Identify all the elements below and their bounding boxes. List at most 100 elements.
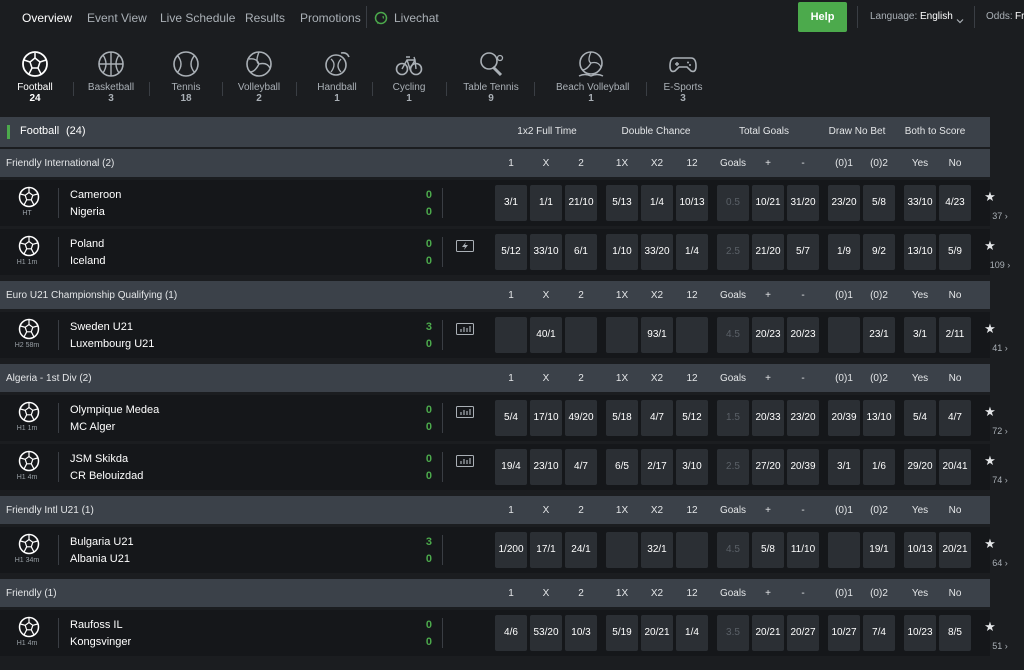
sport-table-tennis[interactable]: Table Tennis 9 (456, 50, 526, 104)
odds-button[interactable]: 5/9 (939, 234, 971, 270)
odds-button[interactable]: 1/1 (530, 185, 562, 221)
odds-button[interactable]: 3/1 (904, 317, 936, 353)
sport-cycling[interactable]: Cycling 1 (374, 50, 444, 104)
nav-results[interactable]: Results (245, 11, 285, 25)
match-row[interactable]: H1 34m Bulgaria U21 Albania U21 3 0 1/200 17/1… (0, 527, 1008, 573)
odds-button[interactable] (606, 317, 638, 353)
nav-live-schedule[interactable]: Live Schedule (160, 11, 235, 25)
away-team[interactable]: Luxembourg U21 (70, 338, 154, 350)
odds-button[interactable]: 27/20 (752, 449, 784, 485)
odds-button[interactable]: 33/10 (530, 234, 562, 270)
odds-button[interactable]: 20/21 (641, 615, 673, 651)
odds-button[interactable]: 20/21 (752, 615, 784, 651)
favorite-star-icon[interactable]: ★ (980, 321, 1000, 337)
odds-button[interactable]: 31/20 (787, 185, 819, 221)
odds-button[interactable]: 5/8 (863, 185, 895, 221)
odds-button[interactable]: 4/23 (939, 185, 971, 221)
home-team[interactable]: Poland (70, 238, 104, 250)
odds-button[interactable]: 20/23 (752, 317, 784, 353)
odds-button[interactable]: 19/4 (495, 449, 527, 485)
odds-button[interactable]: 5/8 (752, 532, 784, 568)
match-row[interactable]: H1 1m Poland Iceland 0 0 5/12 33/10 6/1 1/10 33/2… (0, 229, 1010, 275)
odds-button[interactable]: 11/10 (787, 532, 819, 568)
sport-football[interactable]: Football 24 (0, 50, 70, 104)
odds-button[interactable]: 20/39 (787, 449, 819, 485)
away-team[interactable]: Kongsvinger (70, 636, 131, 648)
odds-button[interactable]: 1/9 (828, 234, 860, 270)
odds-button[interactable]: 8/5 (939, 615, 971, 651)
home-team[interactable]: JSM Skikda (70, 453, 128, 465)
odds-button[interactable]: 13/10 (904, 234, 936, 270)
odds-button[interactable]: 13/10 (863, 400, 895, 436)
sport-volleyball[interactable]: Volleyball 2 (224, 50, 294, 104)
more-markets-count[interactable]: 64 › (980, 558, 1020, 568)
nav-livechat[interactable]: Livechat (394, 11, 439, 25)
odds-button[interactable]: 5/19 (606, 615, 638, 651)
livechat-icon[interactable] (374, 11, 388, 30)
odds-button[interactable]: 3/1 (828, 449, 860, 485)
sport-esports[interactable]: E-Sports 3 (648, 50, 718, 104)
odds-button[interactable]: 1/6 (863, 449, 895, 485)
help-button[interactable]: Help (798, 2, 847, 32)
favorite-star-icon[interactable]: ★ (980, 189, 1000, 205)
odds-button[interactable] (565, 317, 597, 353)
away-team[interactable]: Nigeria (70, 206, 105, 218)
home-team[interactable]: Olympique Medea (70, 404, 159, 416)
odds-button[interactable]: 5/18 (606, 400, 638, 436)
odds-button[interactable]: 20/33 (752, 400, 784, 436)
odds-button[interactable]: 93/1 (641, 317, 673, 353)
odds-button[interactable]: 21/20 (752, 234, 784, 270)
odds-button[interactable]: 20/39 (828, 400, 860, 436)
more-markets-count[interactable]: 51 › (980, 641, 1020, 651)
chevron-down-icon[interactable] (956, 12, 964, 30)
odds-button[interactable]: 49/20 (565, 400, 597, 436)
odds-button[interactable]: 10/13 (904, 532, 936, 568)
odds-button[interactable] (828, 532, 860, 568)
stats-icon[interactable] (456, 405, 474, 423)
home-team[interactable]: Bulgaria U21 (70, 536, 134, 548)
odds-button[interactable]: 29/20 (904, 449, 936, 485)
odds-button[interactable]: 5/12 (495, 234, 527, 270)
odds-button[interactable]: 1/4 (641, 185, 673, 221)
odds-button[interactable]: 3/1 (495, 185, 527, 221)
away-team[interactable]: CR Belouizdad (70, 470, 143, 482)
odds-button[interactable] (495, 317, 527, 353)
home-team[interactable]: Sweden U21 (70, 321, 133, 333)
odds-button[interactable]: 4/7 (565, 449, 597, 485)
odds-selector[interactable]: Fr (1015, 11, 1024, 22)
sport-basketball[interactable]: Basketball 3 (76, 50, 146, 104)
odds-button[interactable]: 33/10 (904, 185, 936, 221)
odds-button[interactable] (676, 317, 708, 353)
odds-button[interactable]: 17/1 (530, 532, 562, 568)
away-team[interactable]: MC Alger (70, 421, 115, 433)
odds-button[interactable]: 6/5 (606, 449, 638, 485)
odds-button[interactable] (828, 317, 860, 353)
odds-button[interactable]: 2/17 (641, 449, 673, 485)
sport-tennis[interactable]: Tennis 18 (151, 50, 221, 104)
more-markets-count[interactable]: 37 › (980, 211, 1020, 221)
odds-button[interactable]: 5/13 (606, 185, 638, 221)
favorite-star-icon[interactable]: ★ (980, 619, 1000, 635)
live-stream-icon[interactable] (456, 239, 474, 257)
odds-button[interactable]: 20/41 (939, 449, 971, 485)
odds-button[interactable]: 53/20 (530, 615, 562, 651)
odds-button[interactable]: 1/4 (676, 615, 708, 651)
odds-button[interactable]: 2/11 (939, 317, 971, 353)
stats-icon[interactable] (456, 454, 474, 472)
odds-button[interactable]: 1/200 (495, 532, 527, 568)
odds-button[interactable]: 23/10 (530, 449, 562, 485)
match-row[interactable]: H2 58m Sweden U21 Luxembourg U21 3 0 40/1 93/1… (0, 312, 1008, 358)
odds-button[interactable]: 1/10 (606, 234, 638, 270)
odds-button[interactable]: 10/23 (904, 615, 936, 651)
odds-button[interactable]: 9/2 (863, 234, 895, 270)
match-row[interactable]: HT Cameroon Nigeria 0 0 3/1 1/1 21/10 5/13 1/4 10/… (0, 180, 1008, 226)
favorite-star-icon[interactable]: ★ (980, 453, 1000, 469)
more-markets-count[interactable]: 72 › (980, 426, 1020, 436)
odds-button[interactable]: 40/1 (530, 317, 562, 353)
nav-promotions[interactable]: Promotions (300, 11, 361, 25)
odds-button[interactable]: 1/4 (676, 234, 708, 270)
odds-button[interactable]: 33/20 (641, 234, 673, 270)
odds-button[interactable]: 23/1 (863, 317, 895, 353)
more-markets-count[interactable]: 74 › (980, 475, 1020, 485)
odds-button[interactable]: 10/27 (828, 615, 860, 651)
